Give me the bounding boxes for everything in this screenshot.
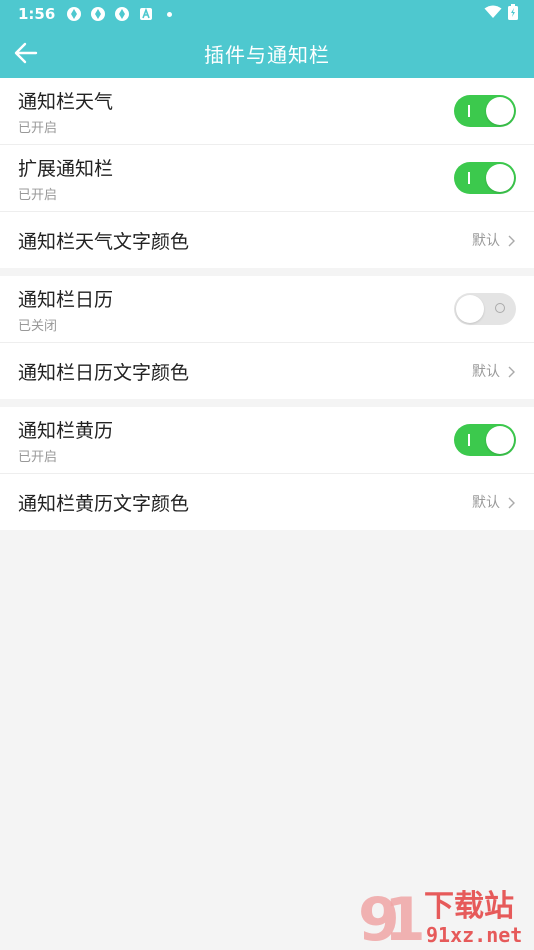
setting-label: 通知栏黄历文字颜色 [18,492,190,515]
settings-group-weather: 通知栏天气 已开启 扩展通知栏 已开启 通知栏天气文字颜色 默认 [0,78,534,268]
setting-label: 通知栏日历文字颜色 [18,361,190,384]
app-bar: 插件与通知栏 [0,28,534,78]
page-title: 插件与通知栏 [204,42,330,67]
site-watermark-logo: 9 1 下载站 91xz.net [358,885,522,946]
setting-label: 扩展通知栏 [18,157,114,180]
watermark-text-top: 下载站 [424,889,514,924]
settings-group-almanac: 通知栏黄历 已开启 通知栏黄历文字颜色 默认 [0,407,534,530]
toggle-on-mark-icon [468,172,470,184]
app-notification-icon [65,5,83,23]
watermark-text-bottom: 91xz.net [426,923,522,946]
weather-text-color-row[interactable]: 通知栏天气文字颜色 默认 [0,212,534,268]
watermark-logo-glyph: 1 [384,885,426,946]
notification-almanac-toggle[interactable] [454,424,516,456]
app-notification-icon [113,5,131,23]
setting-label: 通知栏天气文字颜色 [18,230,190,253]
toggle-knob [486,426,514,454]
setting-status: 已开启 [18,449,58,465]
setting-status: 已开启 [18,120,58,136]
setting-label: 通知栏天气 [18,90,114,113]
calendar-text-color-row[interactable]: 通知栏日历文字颜色 默认 [0,343,534,399]
toggle-knob [486,97,514,125]
setting-status: 已关闭 [18,318,58,334]
notification-almanac-row[interactable]: 通知栏黄历 已开启 [0,407,534,474]
setting-value: 默认 [472,364,500,380]
toggle-on-mark-icon [468,105,470,117]
battery-charging-icon [508,4,518,24]
font-app-icon [137,5,155,23]
settings-group-calendar: 通知栏日历 已关闭 通知栏日历文字颜色 默认 [0,276,534,399]
toggle-off-mark-icon [495,303,505,313]
almanac-text-color-row[interactable]: 通知栏黄历文字颜色 默认 [0,474,534,530]
notification-weather-row[interactable]: 通知栏天气 已开启 [0,78,534,145]
back-arrow-icon[interactable] [12,39,40,67]
toggle-knob [486,164,514,192]
more-notifications-dot-icon [167,11,173,17]
status-time: 1:56 [18,5,56,23]
setting-value: 默认 [472,233,500,249]
setting-value: 默认 [472,495,500,511]
chevron-right-icon [506,233,516,247]
app-notification-icon [89,5,107,23]
expanded-notification-row[interactable]: 扩展通知栏 已开启 [0,145,534,212]
setting-label: 通知栏黄历 [18,419,114,442]
notification-calendar-row[interactable]: 通知栏日历 已关闭 [0,276,534,343]
notification-calendar-toggle[interactable] [454,293,516,325]
setting-label: 通知栏日历 [18,288,114,311]
toggle-on-mark-icon [468,434,470,446]
setting-status: 已开启 [18,187,58,203]
notification-weather-toggle[interactable] [454,95,516,127]
chevron-right-icon [506,364,516,378]
chevron-right-icon [506,495,516,509]
wifi-icon [484,5,502,23]
toggle-knob [456,295,484,323]
expanded-notification-toggle[interactable] [454,162,516,194]
status-bar: 1:56 [0,0,534,28]
